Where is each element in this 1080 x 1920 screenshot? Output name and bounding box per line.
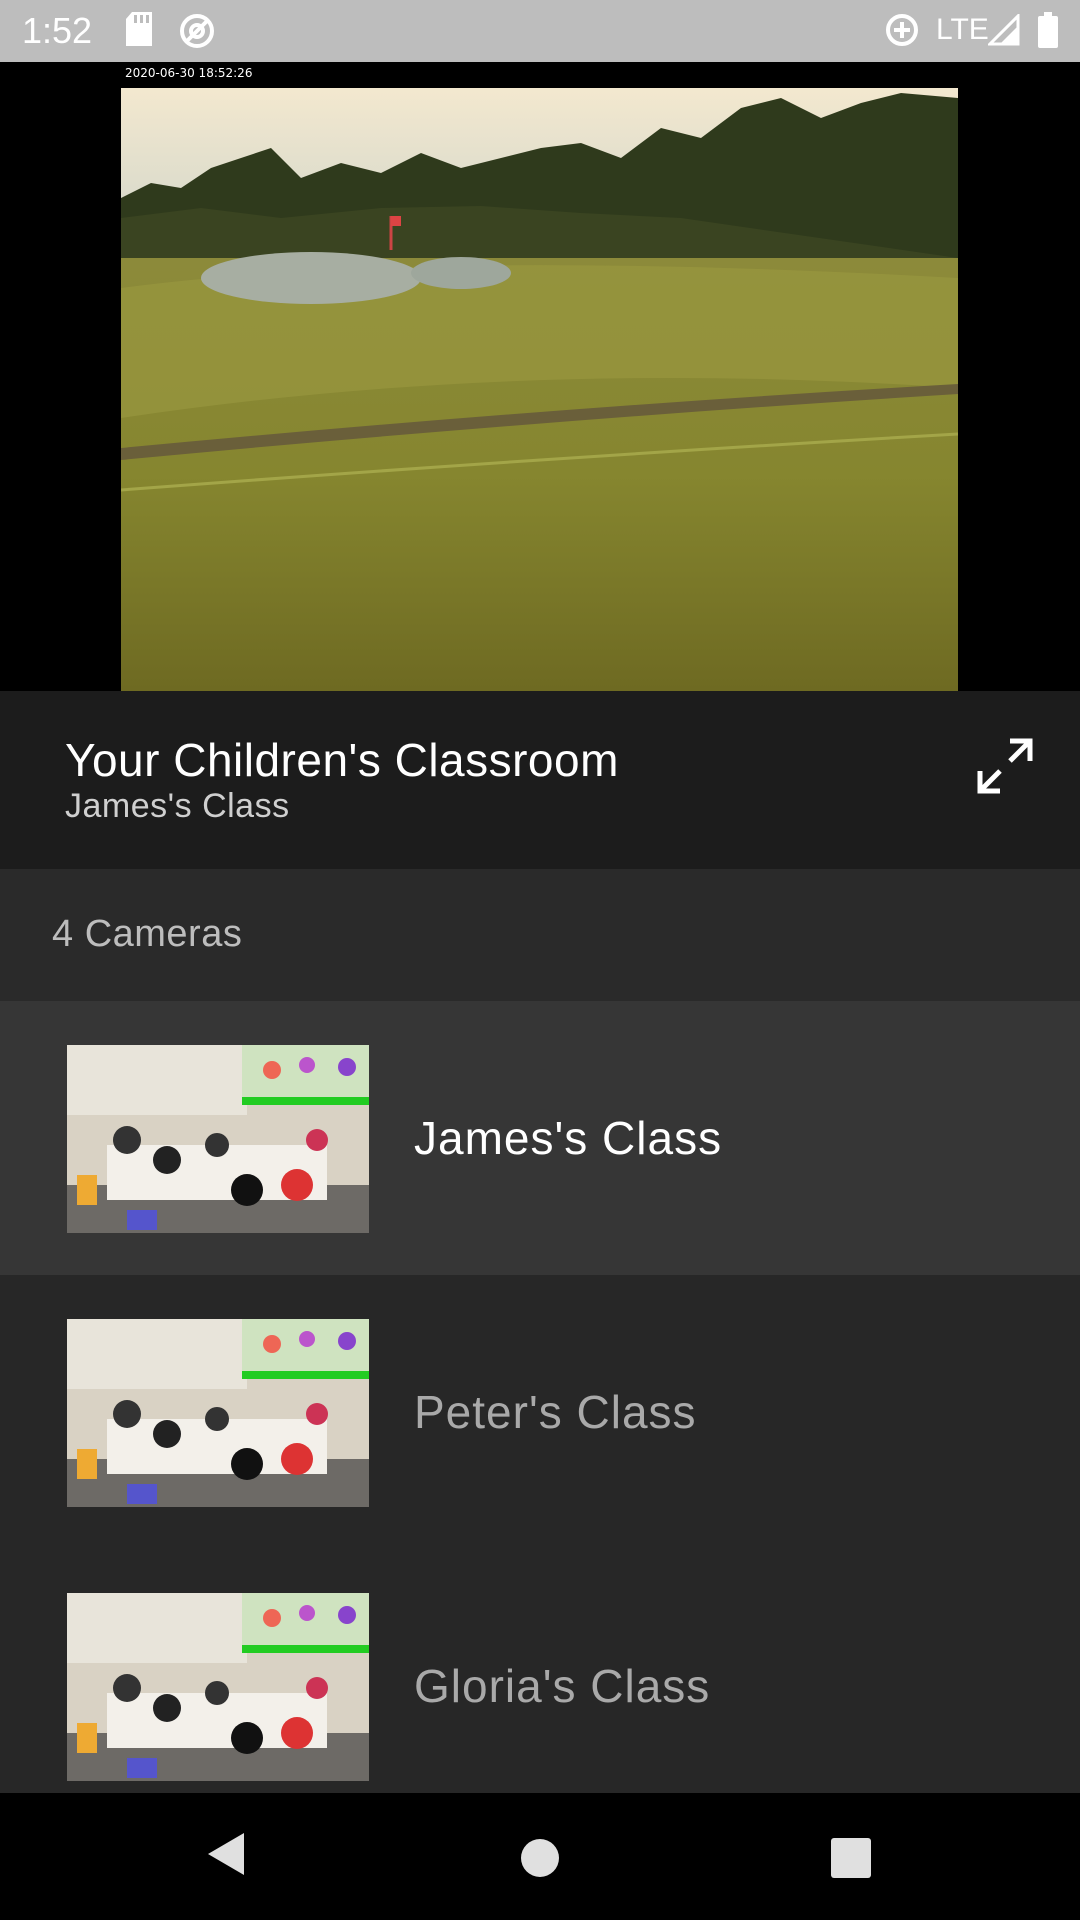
camera-thumbnail — [67, 1045, 369, 1233]
camera-thumbnail — [67, 1593, 369, 1781]
classroom-header: Your Children's Classroom James's Class — [0, 691, 1080, 869]
fullscreen-icon — [977, 738, 1033, 794]
signal-icon — [986, 12, 1020, 51]
system-nav-bar — [0, 1793, 1080, 1920]
list-item-camera[interactable]: James's Class — [0, 1001, 1080, 1275]
current-camera-subtitle: James's Class — [65, 787, 290, 825]
battery-icon — [1038, 12, 1058, 53]
live-camera-feed[interactable] — [121, 88, 958, 691]
camera-list[interactable]: James's Class Peter's Class Gloria's Cla… — [0, 1001, 1080, 1793]
list-item-camera[interactable]: Peter's Class — [0, 1275, 1080, 1549]
home-icon[interactable] — [519, 1837, 561, 1884]
page-title: Your Children's Classroom — [65, 734, 619, 786]
video-timestamp: 2020-06-30 18:52:26 — [125, 66, 253, 80]
camera-name: Gloria's Class — [414, 1660, 711, 1712]
sd-card-icon — [124, 12, 154, 53]
fullscreen-button[interactable] — [974, 735, 1036, 797]
camera-name: James's Class — [414, 1112, 723, 1164]
camera-thumbnail — [67, 1319, 369, 1507]
back-icon[interactable] — [204, 1829, 248, 1884]
network-type: LTE — [936, 13, 989, 46]
list-item-camera[interactable]: Gloria's Class — [0, 1549, 1080, 1793]
data-saver-icon — [884, 12, 920, 53]
status-time: 1:52 — [22, 10, 93, 51]
recents-icon[interactable] — [831, 1838, 871, 1883]
status-bar: 1:52 LTE — [0, 0, 1080, 62]
camera-name: Peter's Class — [414, 1386, 697, 1438]
video-player[interactable]: 2020-06-30 18:52:26 — [0, 62, 1080, 691]
sync-icon — [178, 12, 216, 55]
camera-count: 4 Cameras — [52, 913, 243, 955]
camera-count-row: 4 Cameras — [0, 869, 1080, 1001]
